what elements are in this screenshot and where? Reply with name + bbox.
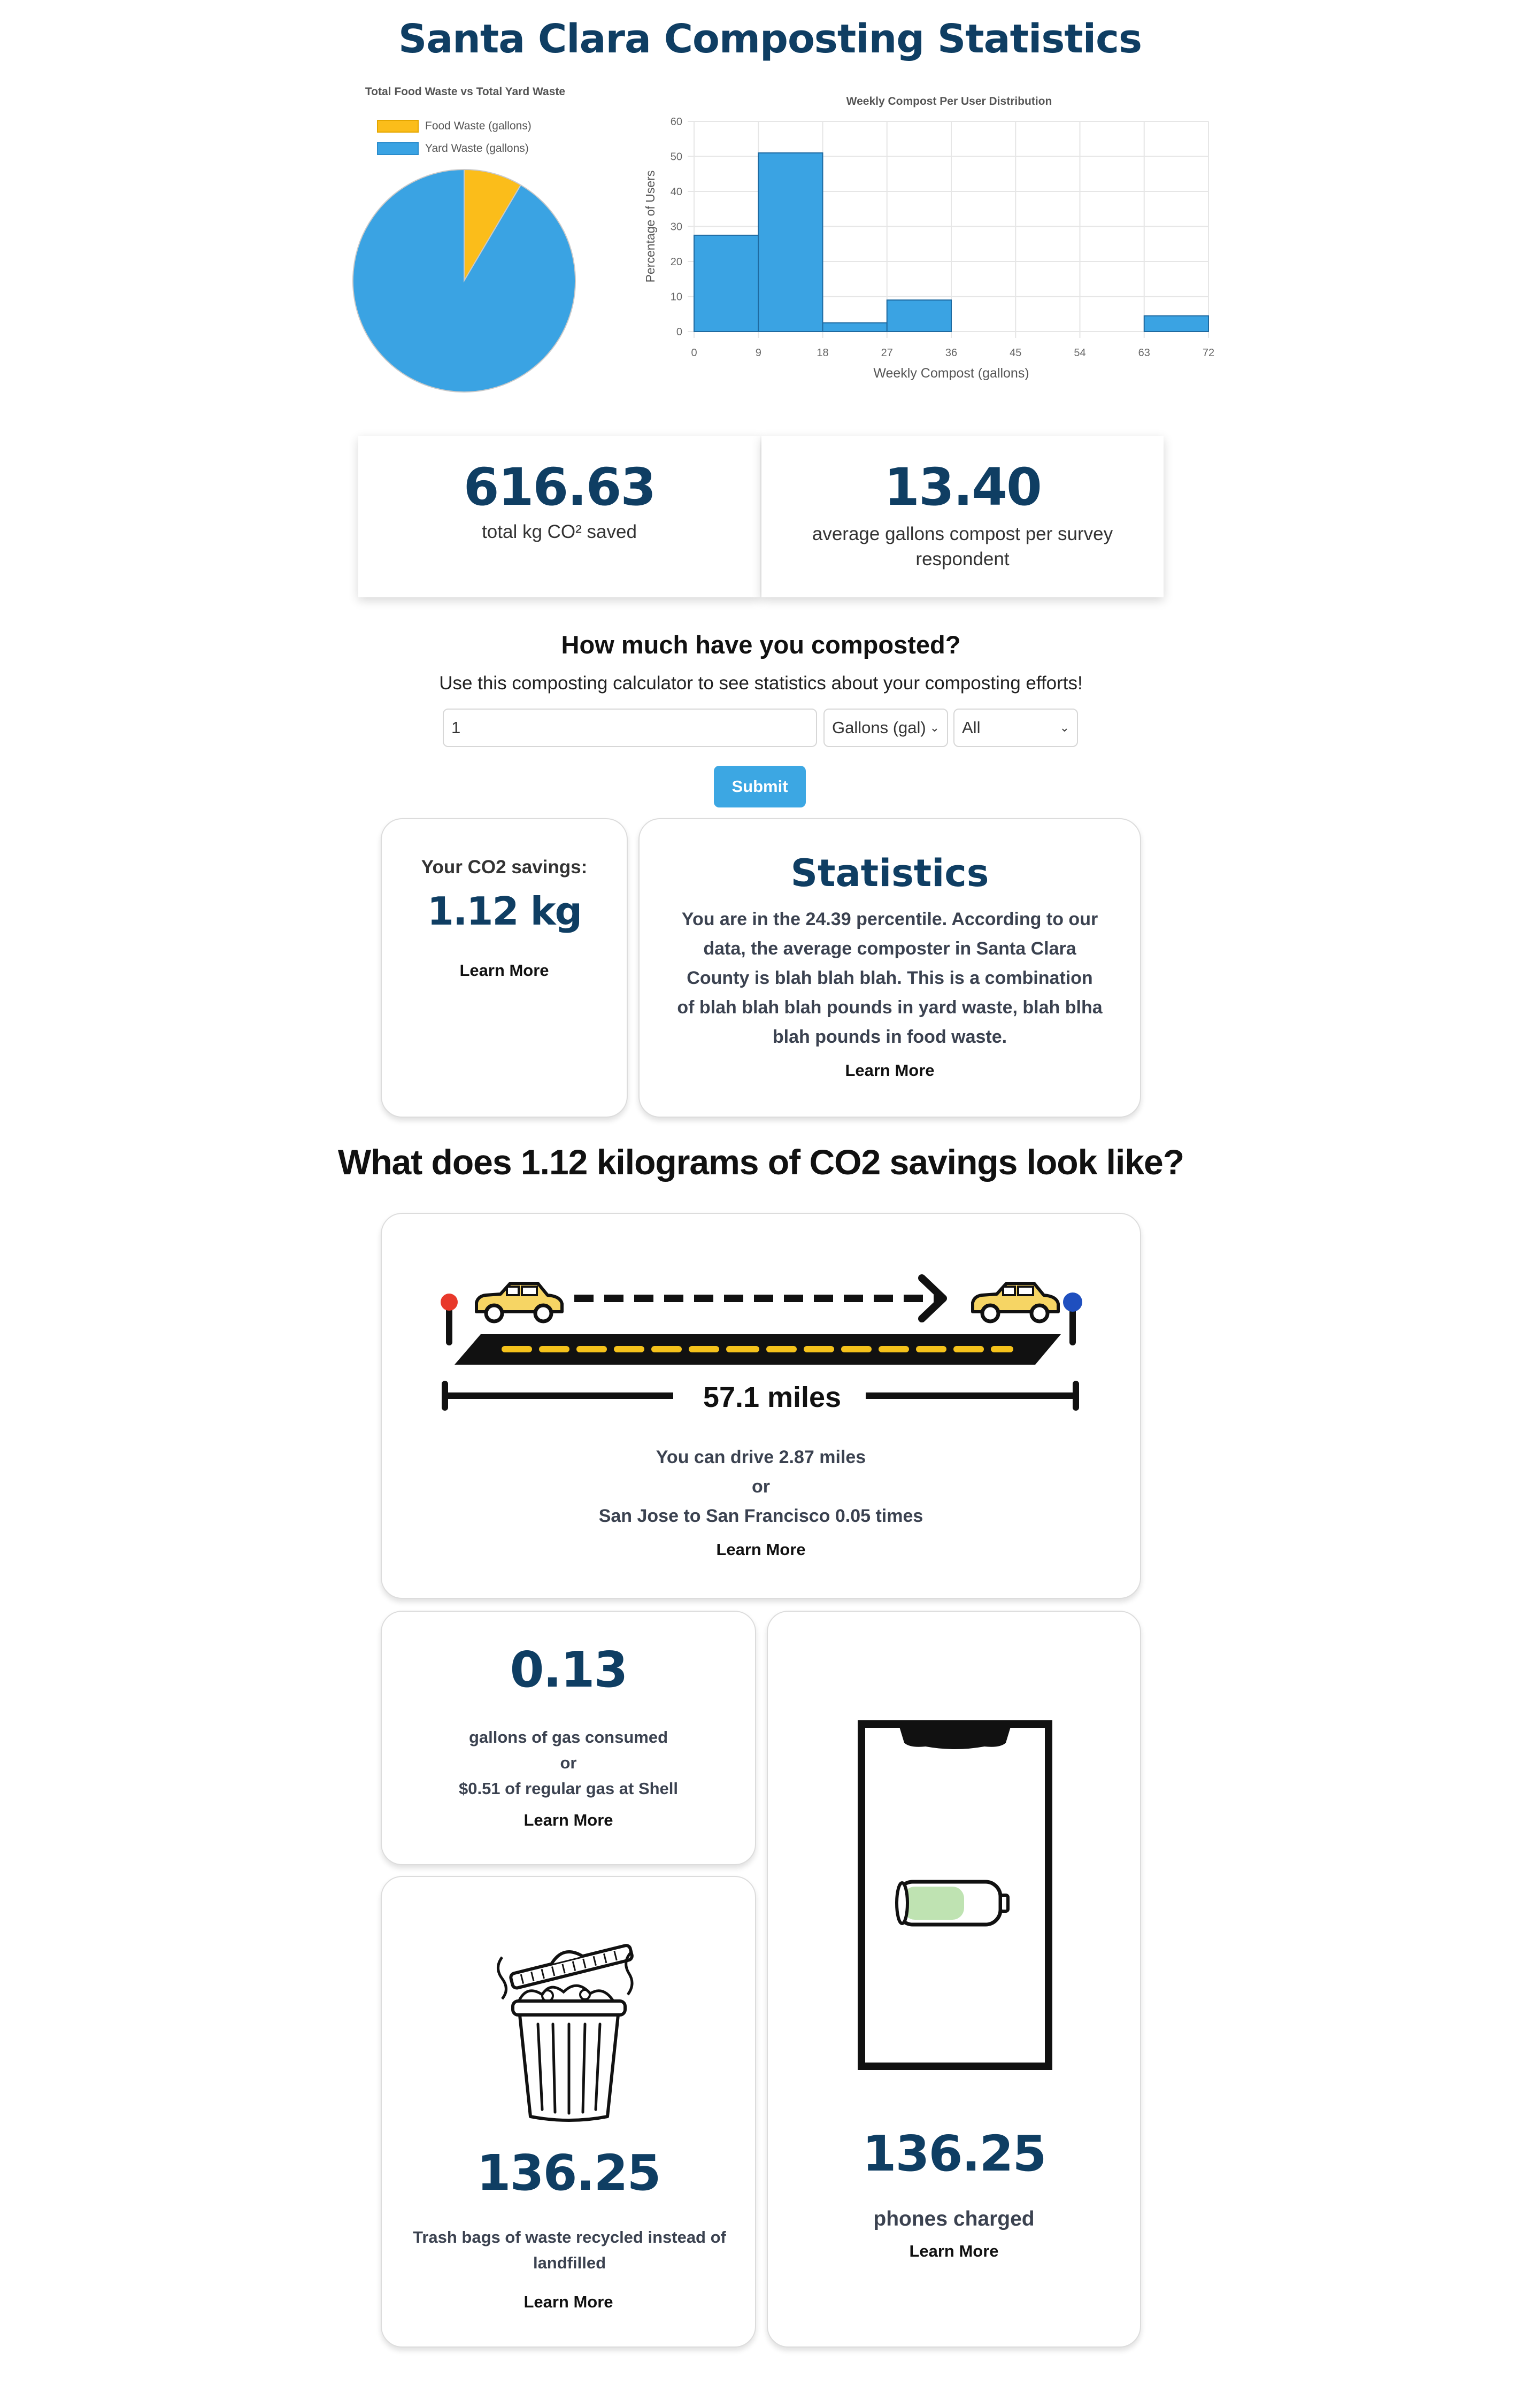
gas-consumed-text: gallons of gas consumed [468, 1728, 668, 1746]
phone-learn-more-link[interactable]: Learn More [768, 2242, 1140, 2261]
co2-savings-label: Your CO2 savings: [421, 857, 588, 878]
y-tick-label: 60 [671, 116, 682, 128]
waste-type-select-value: All [962, 718, 981, 737]
y-tick-label: 40 [671, 186, 682, 198]
drive-miles-text: You can drive 2.87 miles [656, 1447, 866, 1467]
y-tick-label: 20 [671, 256, 682, 268]
gas-card: 0.13 gallons of gas consumed or $0.51 of… [381, 1611, 756, 1865]
co2-savings-value: 1.12 kg [427, 889, 582, 934]
car-icon [971, 1282, 1060, 1324]
car-icon [475, 1282, 564, 1324]
statistics-title: Statistics [790, 851, 989, 895]
histogram-title: Weekly Compost Per User Distribution [846, 95, 1052, 107]
pie-chart [352, 168, 576, 393]
distance-label: 57.1 miles [703, 1381, 842, 1413]
drive-card: 57.1 miles You can drive 2.87 miles or S… [381, 1213, 1141, 1599]
trash-card: 136.25 Trash bags of waste recycled inst… [381, 1876, 756, 2348]
trash-bags-text: Trash bags of waste recycled instead of … [413, 2228, 726, 2273]
compost-amount-input[interactable] [443, 709, 817, 747]
avg-summary-box: 13.40 average gallons compost per survey… [761, 436, 1164, 597]
y-tick-label: 50 [671, 151, 682, 163]
co2-savings-card: Your CO2 savings: 1.12 kg Learn More [381, 818, 628, 1118]
legend-label-yard: Yard Waste (gallons) [425, 142, 529, 155]
drive-learn-more-link[interactable]: Learn More [382, 1540, 1140, 1559]
histogram-bar[interactable] [758, 152, 823, 332]
gas-or-text: or [560, 1753, 577, 1772]
pie-chart-title: Total Food Waste vs Total Yard Waste [365, 86, 566, 98]
x-tick-label: 63 [1138, 347, 1150, 359]
calculator-heading: How much have you composted? [561, 630, 961, 659]
chevron-down-icon: ⌄ [1059, 721, 1069, 734]
pie-slice-yard[interactable] [352, 168, 576, 393]
x-tick-label: 18 [817, 347, 828, 359]
savings-learn-more-link[interactable]: Learn More [382, 961, 627, 980]
x-tick-label: 27 [881, 347, 893, 359]
histogram-bar[interactable] [1143, 315, 1209, 332]
legend-swatch-yard [377, 142, 419, 155]
trash-can-icon [497, 1944, 634, 2122]
x-tick-label: 0 [691, 347, 697, 359]
y-axis-label: Percentage of Users [643, 171, 657, 283]
histogram-bar[interactable] [886, 299, 952, 332]
calculator-description: Use this composting calculator to see st… [439, 673, 1083, 694]
x-axis-label: Weekly Compost (gallons) [873, 366, 1029, 381]
x-tick-label: 9 [756, 347, 761, 359]
legend-item-food[interactable]: Food Waste (gallons) [377, 120, 532, 133]
pie-legend: Food Waste (gallons) Yard Waste (gallons… [377, 120, 532, 155]
unit-select[interactable]: Gallons (gal) ⌄ [823, 709, 948, 747]
gas-cost-text: $0.51 of regular gas at Shell [458, 1779, 679, 1798]
unit-select-value: Gallons (gal) [832, 718, 926, 737]
trash-learn-more-link[interactable]: Learn More [382, 2292, 755, 2312]
legend-swatch-food [377, 120, 419, 133]
page-title: Santa Clara Composting Statistics [398, 16, 1142, 62]
avg-compost-label: average gallons compost per survey respo… [812, 524, 1113, 570]
visual-section-heading: What does 1.12 kilograms of CO2 savings … [337, 1142, 1184, 1182]
gas-learn-more-link[interactable]: Learn More [382, 1811, 755, 1830]
y-tick-label: 10 [671, 291, 682, 303]
statistics-learn-more-link[interactable]: Learn More [640, 1061, 1140, 1080]
phones-charged-text: phones charged [873, 2207, 1035, 2230]
x-tick-label: 72 [1203, 347, 1214, 359]
statistics-text: You are in the 24.39 percentile. Accordi… [677, 909, 1103, 1048]
x-tick-label: 36 [945, 347, 957, 359]
drive-or-text: or [752, 1476, 770, 1497]
phone-card: 136.25 phones charged Learn More [767, 1611, 1141, 2348]
chevron-down-icon: ⌄ [929, 721, 940, 734]
submit-button[interactable]: Submit [714, 766, 806, 807]
x-tick-label: 54 [1074, 347, 1085, 359]
gas-value: 0.13 [510, 1641, 628, 1698]
co2-total-label: total kg CO² saved [482, 521, 637, 542]
histogram-bar[interactable] [822, 322, 888, 332]
y-tick-label: 30 [671, 221, 682, 233]
phone-battery-icon [858, 1720, 1052, 2070]
phones-charged-value: 136.25 [862, 2125, 1046, 2182]
co2-total-value: 616.63 [463, 457, 656, 517]
histogram-chart: 0 10 20 30 40 50 60 0 9 18 27 36 45 54 63 72 Weekly Comp… [643, 116, 1214, 381]
statistics-card: Statistics You are in the 24.39 percenti… [638, 818, 1141, 1118]
y-tick-label: 0 [676, 326, 682, 338]
x-tick-label: 45 [1010, 347, 1021, 359]
drive-trips-text: San Jose to San Francisco 0.05 times [598, 1506, 923, 1526]
avg-compost-value: 13.40 [884, 457, 1042, 517]
histogram-bar[interactable] [694, 234, 759, 332]
co2-summary-box: 616.63 total kg CO² saved [358, 436, 760, 597]
trash-bags-value: 136.25 [476, 2144, 661, 2202]
legend-label-food: Food Waste (gallons) [425, 120, 532, 132]
waste-type-select[interactable]: All ⌄ [953, 709, 1078, 747]
legend-item-yard[interactable]: Yard Waste (gallons) [377, 142, 532, 155]
